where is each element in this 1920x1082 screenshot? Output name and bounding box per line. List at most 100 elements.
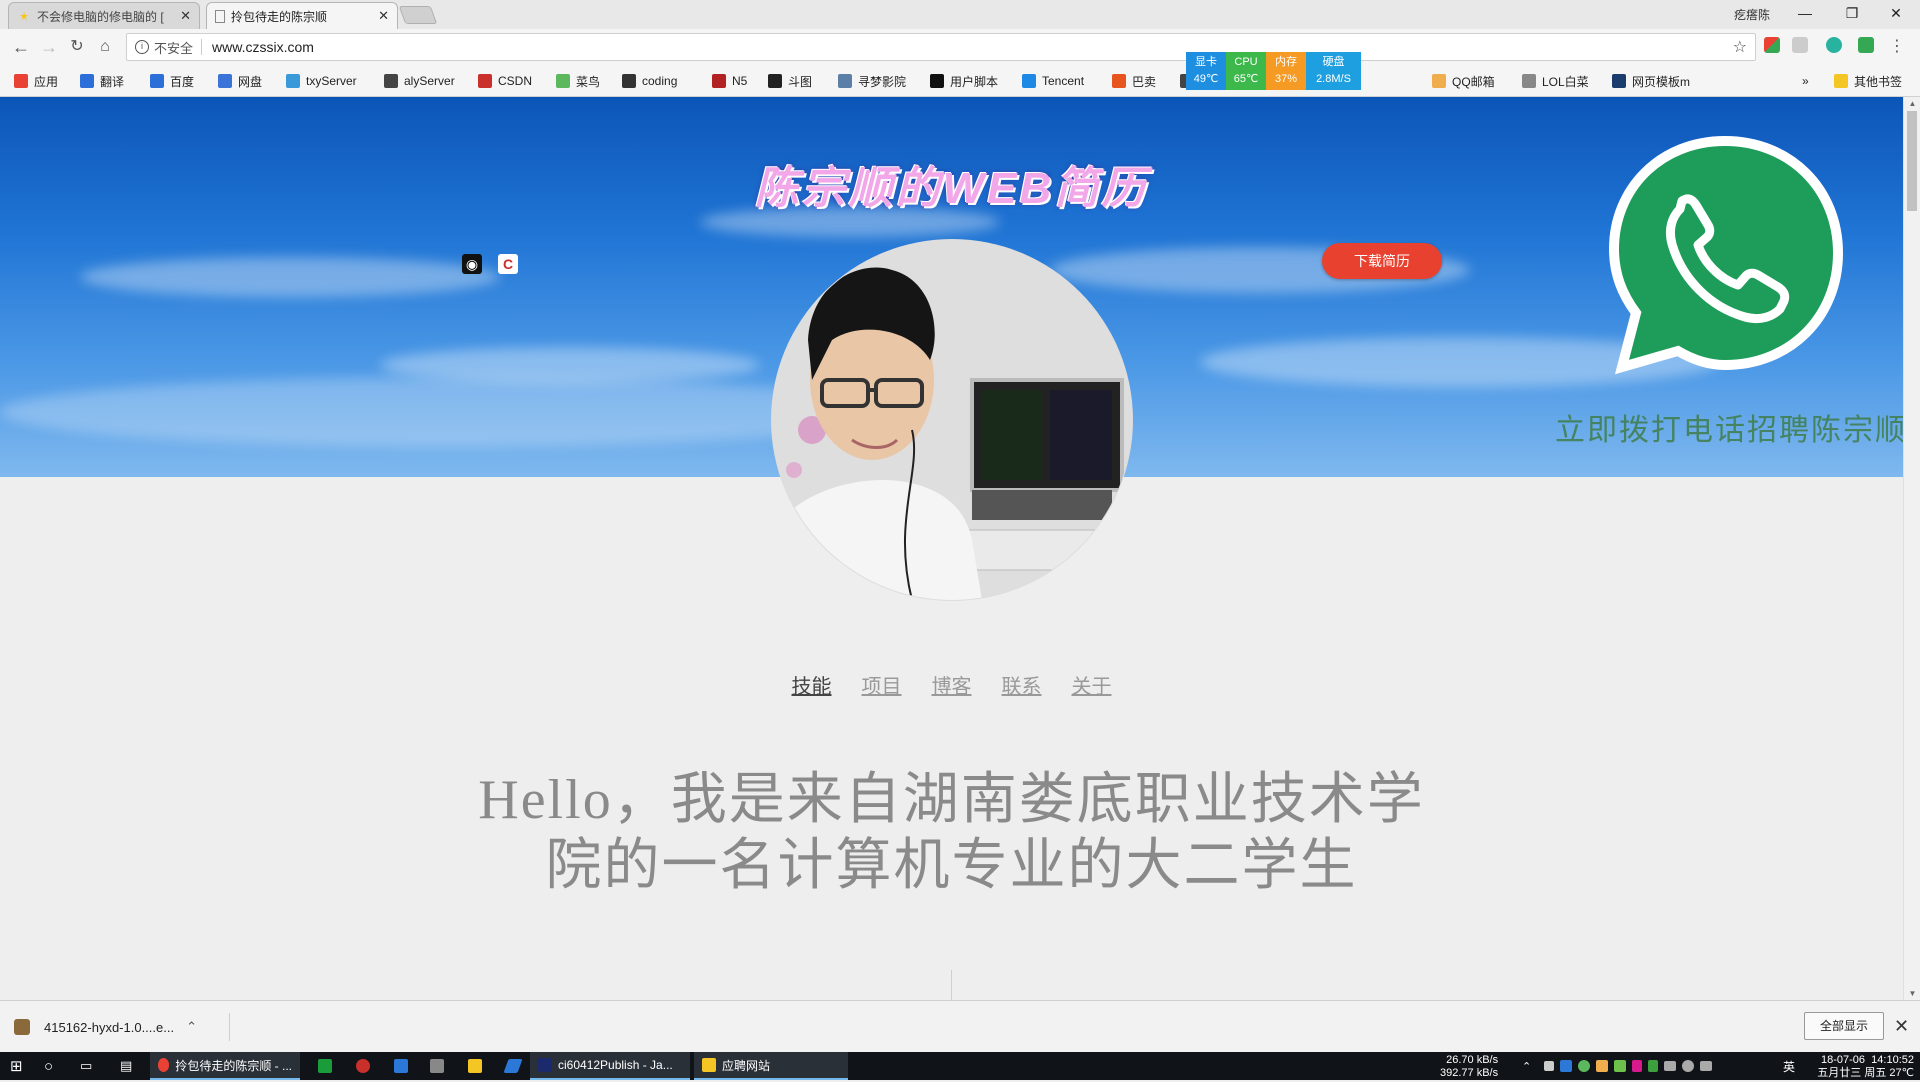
bookmark-star-icon[interactable]: ☆ — [1733, 37, 1747, 57]
bookmark-label: 斗图 — [788, 74, 813, 89]
app-icon[interactable] — [468, 1052, 488, 1080]
bookmark-label: N5 — [732, 74, 748, 88]
bookmark-item[interactable]: 菜鸟 — [556, 71, 600, 91]
net-down: 392.77 kB/s — [1440, 1067, 1499, 1079]
download-item[interactable]: 415162-hyxd-1.0....e... ⌃ — [14, 1013, 230, 1041]
tab-0[interactable]: ★ 不会修电脑的修电脑的 [ ✕ — [8, 2, 200, 29]
bookmark-label: LOL白菜 — [1542, 74, 1589, 89]
bookmark-label: 巴卖 — [1132, 74, 1157, 89]
shield-icon[interactable] — [1858, 37, 1874, 53]
forward-icon[interactable]: → — [38, 36, 60, 58]
bookmark-item[interactable]: 网页模板m — [1612, 71, 1690, 91]
extension-icon[interactable] — [1764, 37, 1780, 53]
download-resume-button[interactable]: 下载简历 — [1322, 243, 1442, 279]
bookmark-label: 百度 — [170, 74, 195, 89]
close-tab-icon[interactable]: ✕ — [180, 8, 191, 24]
taskbar-app-ide[interactable]: ci60412Publish - Ja... — [530, 1052, 690, 1080]
csdn-icon[interactable]: C — [498, 254, 518, 274]
new-tab-button[interactable] — [398, 6, 438, 24]
nav-tab-3[interactable]: 联系 — [1002, 670, 1042, 699]
bookmark-item[interactable]: CSDN — [478, 71, 532, 91]
scroll-down-icon[interactable]: ▼ — [1904, 989, 1920, 998]
minimize-button[interactable]: — — [1795, 4, 1815, 22]
bookmark-item[interactable]: 其他书签 — [1834, 71, 1902, 91]
close-window-button[interactable]: ✕ — [1886, 4, 1906, 22]
bookmark-item[interactable]: 应用 — [14, 71, 58, 91]
menu-icon[interactable]: ⋮ — [1886, 36, 1908, 58]
bookmark-label: 网盘 — [238, 74, 263, 89]
extension-icon[interactable] — [1826, 37, 1842, 53]
bookmark-item[interactable]: alyServer — [384, 71, 455, 91]
nav-tab-2[interactable]: 博客 — [932, 670, 972, 699]
app-icon[interactable] — [394, 1052, 414, 1080]
bookmark-item[interactable]: 寻梦影院 — [838, 71, 906, 91]
bookmark-item[interactable]: QQ邮箱 — [1432, 71, 1495, 91]
address-bar[interactable]: i 不安全 www.czssix.com ☆ — [126, 33, 1756, 61]
bookmark-item[interactable]: N5 — [712, 71, 747, 91]
lunar-date: 五月廿三 周五 27℃ — [1817, 1067, 1914, 1079]
windows-start-icon[interactable]: ⊞ — [10, 1052, 23, 1080]
chevron-up-icon[interactable]: ⌃ — [1522, 1052, 1531, 1080]
search-icon[interactable]: ○ — [44, 1052, 53, 1080]
app-icon[interactable] — [318, 1052, 338, 1080]
tray-icons[interactable] — [1544, 1052, 1718, 1080]
scroll-up-icon[interactable]: ▲ — [1904, 99, 1920, 108]
bookmark-icon — [1112, 74, 1126, 88]
close-tab-icon[interactable]: ✕ — [378, 8, 389, 24]
home-icon[interactable]: ⌂ — [94, 36, 116, 58]
app-icon[interactable]: ▤ — [120, 1052, 132, 1080]
taskbar-app-label: 应聘网站 — [722, 1058, 771, 1073]
intro-line-1: Hello，我是来自湖南娄底职业技术学 — [478, 769, 1425, 831]
restore-button[interactable]: ❐ — [1842, 4, 1862, 22]
url-text[interactable]: www.czssix.com — [212, 39, 314, 55]
intro-heading: Hello，我是来自湖南娄底职业技术学 院的一名计算机专业的大二学生 — [420, 767, 1483, 899]
ime-indicator[interactable]: 英 — [1783, 1052, 1795, 1080]
intro-line-2: 院的一名计算机专业的大二学生 — [545, 835, 1358, 897]
task-view-icon[interactable]: ▭ — [80, 1052, 92, 1080]
page-scrollbar[interactable]: ▲ ▼ — [1903, 97, 1920, 1000]
back-icon[interactable]: ← — [10, 36, 32, 58]
show-all-button[interactable]: 全部显示 — [1804, 1012, 1884, 1040]
tab-strip: ★ 不会修电脑的修电脑的 [ ✕ 拎包待走的陈宗顺 ✕ 疙瘩陈 — ❐ ✕ — [0, 0, 1920, 29]
bookmark-item[interactable]: 用户脚本 — [930, 71, 998, 91]
chevron-up-icon[interactable]: ⌃ — [186, 1019, 197, 1035]
scrollbar-thumb[interactable] — [1907, 111, 1917, 211]
monitor-value: 37% — [1274, 73, 1298, 85]
bookmark-item[interactable]: coding — [622, 71, 677, 91]
nav-tab-4[interactable]: 关于 — [1072, 670, 1112, 699]
nav-tab-1[interactable]: 项目 — [862, 670, 902, 699]
bookmark-icon — [14, 74, 28, 88]
profile-name[interactable]: 疙瘩陈 — [1734, 6, 1770, 23]
bookmark-item[interactable]: Tencent — [1022, 71, 1084, 91]
bookmark-item[interactable]: LOL白菜 — [1522, 71, 1589, 91]
taskbar-app-chrome[interactable]: 拎包待走的陈宗顺 - ... — [150, 1052, 300, 1080]
phone-call-icon[interactable] — [1600, 129, 1850, 379]
chrome-icon — [158, 1058, 170, 1072]
app-icon[interactable] — [430, 1052, 450, 1080]
bookmark-item[interactable]: 巴卖 — [1112, 71, 1156, 91]
bookmark-item[interactable]: 网盘 — [218, 71, 262, 91]
github-icon[interactable]: ◉ — [462, 254, 482, 274]
monitor-cell: CPU 65℃ — [1226, 52, 1266, 90]
extension-icon[interactable] — [1792, 37, 1808, 53]
time: 14:10:52 — [1871, 1054, 1914, 1066]
bookmark-item[interactable]: 斗图 — [768, 71, 812, 91]
tab-1[interactable]: 拎包待走的陈宗顺 ✕ — [206, 2, 398, 29]
nav-tab-0[interactable]: 技能 — [792, 670, 832, 699]
call-recruit-text[interactable]: 立即拨打电话招聘陈宗顺 — [1555, 405, 1903, 449]
bookmark-icon — [712, 74, 726, 88]
app-icon[interactable] — [503, 1052, 526, 1080]
taskbar-app-folder[interactable]: 应聘网站 — [694, 1052, 848, 1080]
close-icon[interactable]: ✕ — [1894, 1016, 1909, 1037]
monitor-label: 显卡 — [1195, 56, 1217, 68]
bookmark-label: 翻译 — [100, 74, 125, 89]
clock[interactable]: 18-07-06 14:10:52 五月廿三 周五 27℃ — [1802, 1054, 1914, 1082]
bookmark-item[interactable]: » — [1802, 71, 1809, 91]
bookmark-item[interactable]: 翻译 — [80, 71, 124, 91]
download-filename: 415162-hyxd-1.0....e... — [44, 1019, 175, 1035]
bookmark-item[interactable]: 百度 — [150, 71, 194, 91]
app-icon[interactable] — [356, 1052, 376, 1080]
reload-icon[interactable]: ↻ — [66, 36, 88, 58]
bookmark-item[interactable]: txyServer — [286, 71, 357, 91]
info-icon[interactable]: i — [135, 40, 149, 54]
